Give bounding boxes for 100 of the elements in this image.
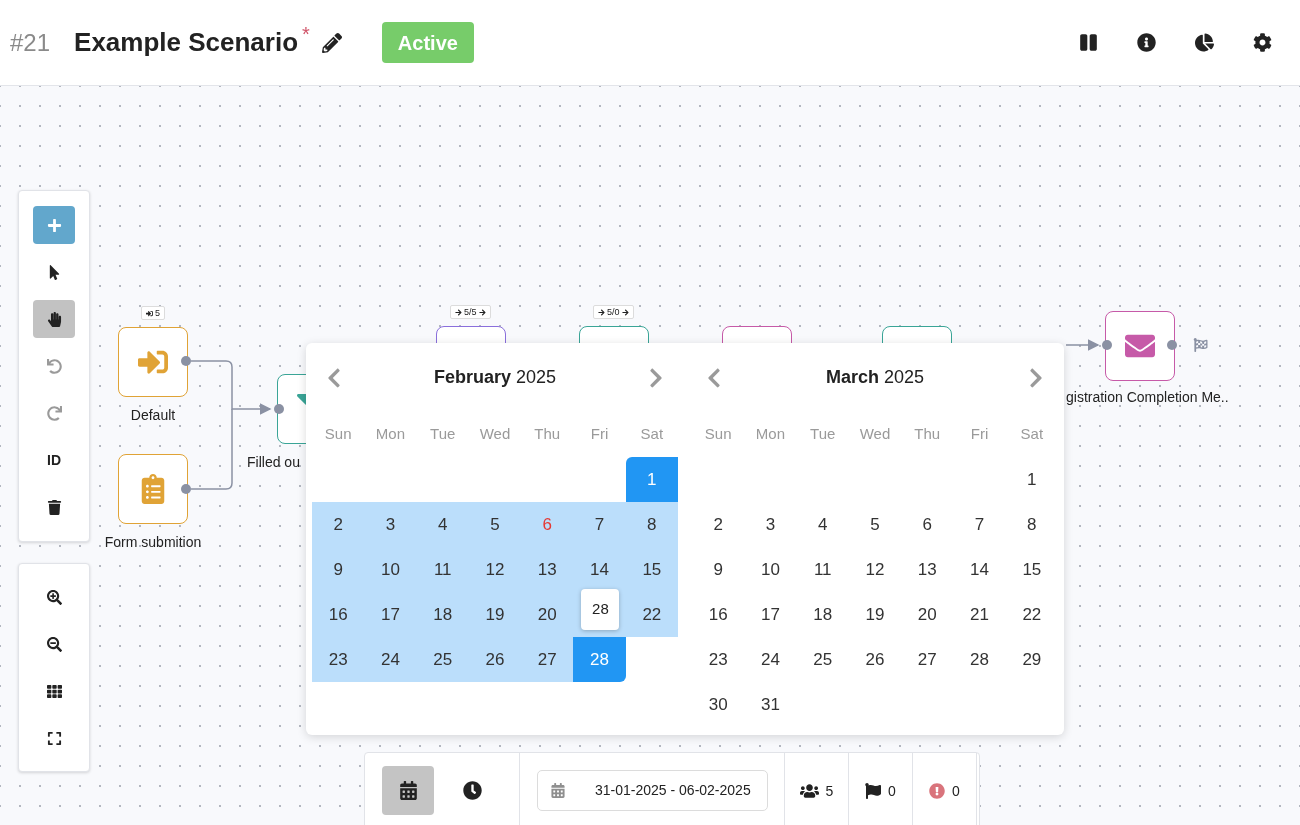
arrow-icon — [598, 308, 605, 316]
grid-icon — [46, 683, 62, 699]
undo-icon — [46, 358, 62, 374]
calendar-day[interactable]: 16 — [312, 592, 365, 637]
calendar-day[interactable]: 11 — [796, 547, 849, 592]
weekday-label: Sun — [703, 424, 733, 445]
hand-tool-button[interactable] — [33, 300, 75, 338]
info-icon — [1136, 33, 1156, 52]
calendar-day[interactable]: 25 — [416, 637, 469, 682]
calendar-day[interactable]: 15 — [1005, 547, 1058, 592]
calendar-day[interactable]: 2 — [312, 502, 365, 547]
calendar-day[interactable]: 24 — [364, 637, 417, 682]
calendar-day[interactable]: 12 — [848, 547, 902, 592]
calendar-day[interactable]: 10 — [364, 547, 417, 592]
calendar-day[interactable]: 9 — [692, 547, 745, 592]
calendar-day[interactable]: 23 — [692, 637, 745, 682]
id-toggle-button[interactable]: ID — [33, 441, 75, 479]
calendar-day[interactable]: 24 — [744, 637, 797, 682]
calendar-day[interactable]: 9 — [312, 547, 365, 592]
calendar-day[interactable]: 2 — [692, 502, 745, 547]
calendar-day[interactable]: 11 — [416, 547, 469, 592]
weekday-label: Mon — [754, 424, 786, 445]
calendar-day[interactable]: 30 — [692, 682, 745, 727]
badge-count: 5/5 — [464, 307, 477, 317]
calendar-day[interactable]: 7 — [953, 502, 1006, 547]
users-icon — [799, 783, 819, 799]
info-button[interactable] — [1136, 32, 1156, 53]
calendar-view-button[interactable] — [382, 766, 434, 815]
edit-title-button[interactable] — [321, 32, 342, 53]
weekday-label: Sat — [1019, 424, 1045, 445]
clock-icon — [462, 781, 482, 800]
pause-button[interactable] — [1078, 32, 1098, 53]
calendar-day[interactable]: 23 — [312, 637, 365, 682]
weekday-label: Thu — [533, 424, 562, 445]
calendar-day[interactable]: 3 — [364, 502, 417, 547]
calendar-icon — [551, 783, 565, 798]
calendar-day[interactable]: 14 — [953, 547, 1006, 592]
calendar-day[interactable]: 19 — [848, 592, 902, 637]
calendar-day[interactable]: 4 — [416, 502, 469, 547]
calendar-day[interactable]: 10 — [744, 547, 797, 592]
flow-node[interactable] — [1105, 311, 1175, 381]
calendar-day[interactable]: 7 — [573, 502, 626, 547]
weekday-label: Sat — [639, 424, 665, 445]
connector-line — [1065, 339, 1100, 351]
arrow-icon — [478, 308, 486, 316]
calendar-day[interactable]: 17 — [744, 592, 797, 637]
arrow-icon — [621, 308, 629, 316]
calendar-day[interactable]: 31 — [744, 682, 797, 727]
calendar-day[interactable]: 26 — [848, 637, 902, 682]
calendar-day[interactable]: 14 — [573, 547, 626, 592]
calendar-day[interactable]: 12 — [468, 547, 522, 592]
calendar-day[interactable]: 27 — [901, 637, 954, 682]
add-button[interactable] — [33, 206, 75, 244]
calendar-day[interactable]: 21 — [953, 592, 1006, 637]
weekday-label: Wed — [478, 424, 512, 445]
pause-icon — [1078, 33, 1098, 52]
calendar-day[interactable]: 3 — [744, 502, 797, 547]
calendar-day[interactable]: 13 — [521, 547, 574, 592]
date-tooltip: 28 — [581, 589, 620, 630]
calendar-day[interactable]: 4 — [796, 502, 849, 547]
weekday-label: Thu — [913, 424, 942, 445]
calendar-day[interactable]: 19 — [468, 592, 522, 637]
flow-node[interactable] — [118, 454, 188, 524]
calendar-day[interactable]: 27 — [521, 637, 574, 682]
weekday-label: Sun — [323, 424, 353, 445]
calendar-day[interactable]: 1 — [1005, 457, 1058, 502]
calendar-day[interactable]: 5 — [848, 502, 902, 547]
statistics-button[interactable] — [1194, 32, 1214, 53]
calendar-day[interactable]: 13 — [901, 547, 954, 592]
calendar-day[interactable]: 20 — [521, 592, 574, 637]
sign-in-icon — [146, 309, 153, 317]
date-range-field[interactable]: 31-01-2025 - 06-02-2025 — [537, 770, 768, 811]
trash-icon — [46, 499, 62, 515]
calendar-day[interactable]: 8 — [625, 502, 678, 547]
alert-icon — [929, 783, 946, 799]
calendar-day[interactable]: 18 — [416, 592, 469, 637]
weekday-label: Fri — [969, 424, 990, 445]
calendar-day[interactable]: 22 — [1005, 592, 1058, 637]
calendar-day[interactable]: 6 — [901, 502, 954, 547]
settings-button[interactable] — [1252, 32, 1272, 53]
calendar-day[interactable]: 15 — [625, 547, 678, 592]
calendar-day[interactable]: 5 — [468, 502, 522, 547]
calendar-day[interactable]: 16 — [692, 592, 745, 637]
checkered-flag-icon — [1193, 338, 1208, 352]
scenario-number: #21 — [10, 27, 51, 58]
calendar-day[interactable]: 20 — [901, 592, 954, 637]
calendar-day[interactable]: 18 — [796, 592, 849, 637]
calendar-day[interactable]: 8 — [1005, 502, 1058, 547]
scenario-title: Example Scenario — [74, 26, 299, 59]
calendar-day[interactable]: 29 — [1005, 637, 1058, 682]
calendar-day[interactable]: 17 — [364, 592, 417, 637]
node-label: gistration Completion Me.. — [1066, 388, 1229, 407]
calendar-day[interactable]: 25 — [796, 637, 849, 682]
flow-node[interactable] — [118, 327, 188, 397]
stat-count: 0 — [952, 783, 960, 799]
pencil-icon — [321, 32, 342, 53]
calendar-day[interactable]: 28 — [953, 637, 1006, 682]
stat-count: 0 — [888, 783, 896, 799]
calendar-day[interactable]: 22 — [625, 592, 678, 637]
calendar-day[interactable]: 26 — [468, 637, 522, 682]
